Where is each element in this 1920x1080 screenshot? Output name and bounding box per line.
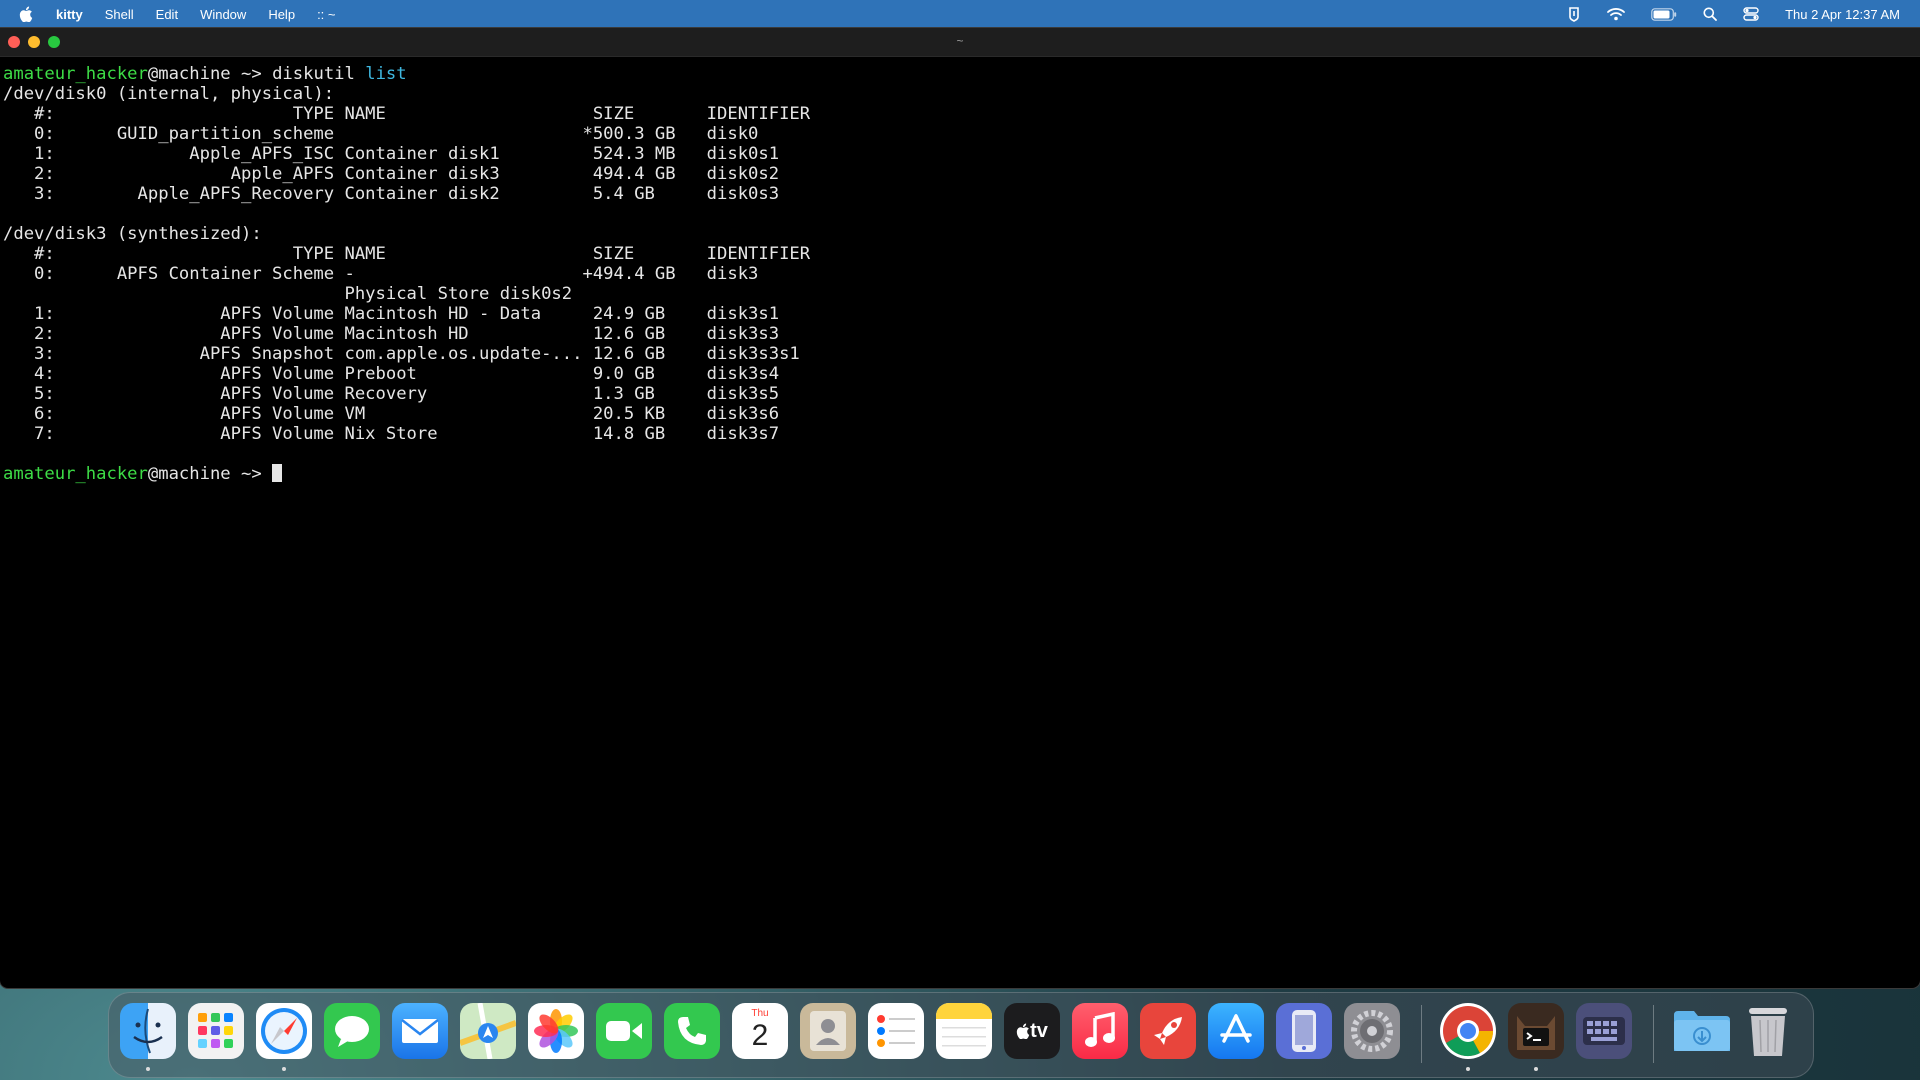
wifi-icon[interactable] bbox=[1607, 7, 1625, 21]
output-line: 3: APFS Snapshot com.apple.os.update-...… bbox=[3, 344, 800, 364]
output-line: 4: APFS Volume Preboot 9.0 GB disk3s4 bbox=[3, 364, 780, 384]
running-indicator bbox=[282, 1067, 286, 1071]
kitty-terminal-window: ~ amateur_hacker@machine ~> diskutil lis… bbox=[0, 28, 1920, 988]
kitty-icon[interactable] bbox=[1508, 1003, 1564, 1059]
output-line: 2: Apple_APFS Container disk3 494.4 GB d… bbox=[3, 164, 780, 184]
running-indicator bbox=[1534, 1067, 1538, 1071]
command-name: diskutil bbox=[272, 64, 355, 84]
output-line: /dev/disk3 (synthesized): bbox=[3, 224, 262, 244]
prompt-user: amateur_hacker bbox=[3, 64, 148, 84]
output-line: 0: APFS Container Scheme - +494.4 GB dis… bbox=[3, 264, 759, 284]
photos-icon[interactable] bbox=[528, 1003, 584, 1059]
menu-shell[interactable]: Shell bbox=[105, 7, 134, 22]
menu-bar: kitty Shell Edit Window Help :: ~ Thu 2 … bbox=[0, 0, 1920, 28]
menubar-clock[interactable]: Thu 2 Apr 12:37 AM bbox=[1785, 7, 1900, 22]
rocket-icon[interactable] bbox=[1140, 1003, 1196, 1059]
menu-session[interactable]: :: ~ bbox=[317, 7, 335, 22]
command-argument: list bbox=[365, 64, 407, 84]
output-line: 2: APFS Volume Macintosh HD 12.6 GB disk… bbox=[3, 324, 780, 344]
output-line: Physical Store disk0s2 bbox=[3, 284, 573, 304]
menu-app-kitty[interactable]: kitty bbox=[56, 7, 83, 22]
control-center-icon[interactable] bbox=[1743, 7, 1759, 21]
spotlight-search-icon[interactable] bbox=[1703, 7, 1717, 21]
window-title: ~ bbox=[956, 34, 964, 48]
running-indicator bbox=[146, 1067, 150, 1071]
prompt-dir: ~> bbox=[230, 464, 273, 484]
app-store-icon[interactable] bbox=[1208, 1003, 1264, 1059]
apple-tv-icon[interactable]: tv bbox=[1004, 1003, 1060, 1059]
finder-icon[interactable] bbox=[120, 1003, 176, 1059]
keyboard-viewer-icon[interactable] bbox=[1576, 1003, 1632, 1059]
messages-icon[interactable] bbox=[324, 1003, 380, 1059]
apple-menu-icon[interactable] bbox=[18, 5, 34, 23]
output-line: /dev/disk0 (internal, physical): bbox=[3, 84, 335, 104]
menu-help[interactable]: Help bbox=[268, 7, 295, 22]
music-icon[interactable] bbox=[1072, 1003, 1128, 1059]
phone-icon[interactable] bbox=[664, 1003, 720, 1059]
running-indicator bbox=[1466, 1067, 1470, 1071]
command-prompt-line: amateur_hacker@machine ~> diskutil list bbox=[3, 64, 810, 84]
output-line: 1: Apple_APFS_ISC Container disk1 524.3 … bbox=[3, 144, 780, 164]
current-prompt-line: amateur_hacker@machine ~> bbox=[3, 464, 810, 484]
system-settings-icon[interactable] bbox=[1344, 1003, 1400, 1059]
output-line: 3: Apple_APFS_Recovery Container disk2 5… bbox=[3, 184, 780, 204]
output-line: #: TYPE NAME SIZE IDENTIFIER bbox=[3, 104, 811, 124]
output-line: #: TYPE NAME SIZE IDENTIFIER bbox=[3, 244, 811, 264]
prompt-dir: ~> bbox=[230, 64, 273, 84]
output-line: 6: APFS Volume VM 20.5 KB disk3s6 bbox=[3, 404, 780, 424]
facetime-icon[interactable] bbox=[596, 1003, 652, 1059]
menu-edit[interactable]: Edit bbox=[156, 7, 178, 22]
shield-status-icon[interactable] bbox=[1567, 6, 1581, 22]
prompt-user: amateur_hacker bbox=[3, 464, 148, 484]
safari-icon[interactable] bbox=[256, 1003, 312, 1059]
mail-icon[interactable] bbox=[392, 1003, 448, 1059]
output-line: 7: APFS Volume Nix Store 14.8 GB disk3s7 bbox=[3, 424, 780, 444]
prompt-host: @machine bbox=[147, 464, 231, 484]
trash-icon[interactable] bbox=[1740, 1003, 1796, 1059]
launchpad-icon[interactable] bbox=[188, 1003, 244, 1059]
maps-icon[interactable] bbox=[460, 1003, 516, 1059]
battery-icon[interactable] bbox=[1651, 7, 1677, 21]
output-line: 0: GUID_partition_scheme *500.3 GB disk0 bbox=[3, 124, 759, 144]
notes-icon[interactable] bbox=[936, 1003, 992, 1059]
dock-separator bbox=[1653, 1005, 1654, 1063]
dock-separator bbox=[1421, 1005, 1422, 1063]
menu-window[interactable]: Window bbox=[200, 7, 246, 22]
terminal-cursor bbox=[272, 464, 283, 482]
terminal-output[interactable]: amateur_hacker@machine ~> diskutil list … bbox=[3, 64, 810, 484]
window-titlebar[interactable]: ~ bbox=[0, 28, 1920, 57]
simulator-icon[interactable] bbox=[1276, 1003, 1332, 1059]
reminders-icon[interactable] bbox=[868, 1003, 924, 1059]
chrome-icon[interactable] bbox=[1440, 1003, 1496, 1059]
apple-logo-icon bbox=[1016, 1023, 1030, 1039]
downloads-folder-icon[interactable] bbox=[1672, 1003, 1732, 1059]
dock: Thu 2 tv bbox=[108, 992, 1814, 1078]
contacts-icon[interactable] bbox=[800, 1003, 856, 1059]
output-line: 1: APFS Volume Macintosh HD - Data 24.9 … bbox=[3, 304, 780, 324]
prompt-host: @machine bbox=[147, 64, 231, 84]
apple-tv-label: tv bbox=[1030, 1019, 1048, 1042]
calendar-day: 2 bbox=[751, 1019, 769, 1052]
output-line: 5: APFS Volume Recovery 1.3 GB disk3s5 bbox=[3, 384, 780, 404]
calendar-icon[interactable]: Thu 2 bbox=[732, 1003, 788, 1059]
